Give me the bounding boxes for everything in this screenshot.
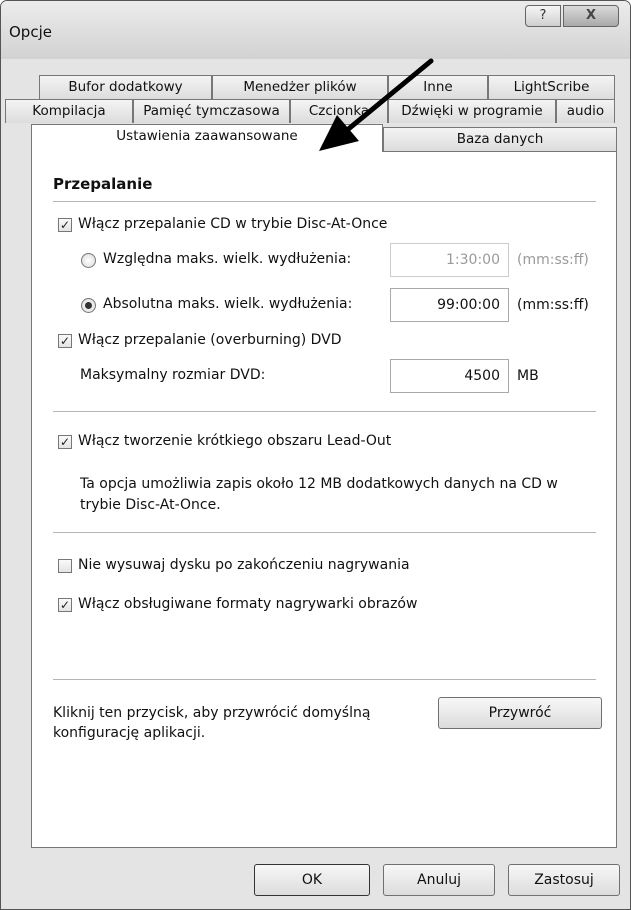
options-dialog: Opcje ? X Bufor dodatkowy Menedżer plikó… (0, 0, 631, 910)
annotation-arrow-icon (319, 58, 434, 151)
